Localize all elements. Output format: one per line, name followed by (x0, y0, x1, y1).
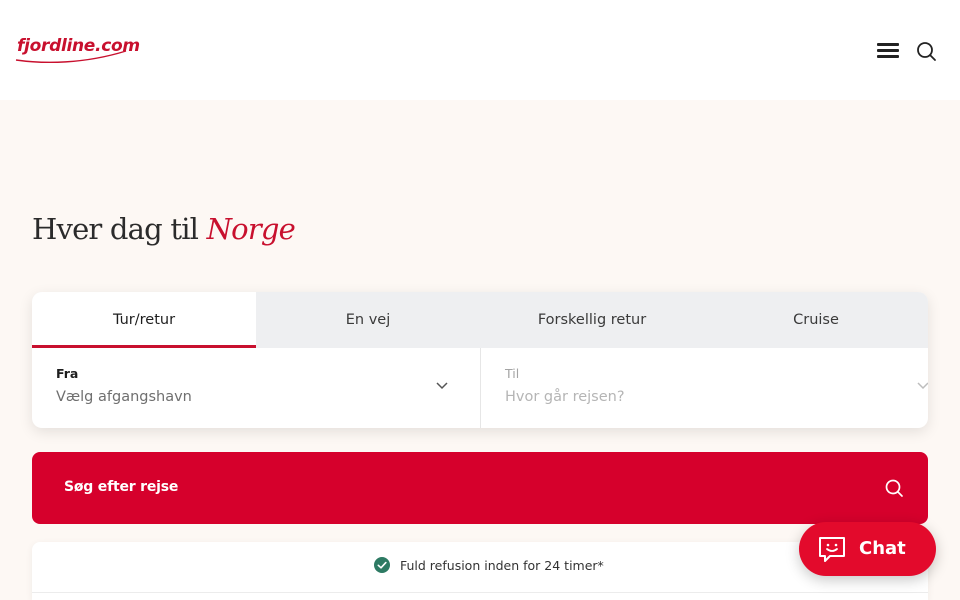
divider (32, 592, 928, 593)
search-trip-button[interactable]: Søg efter rejse (32, 452, 928, 524)
check-circle-icon (374, 557, 390, 573)
logo-swoosh-icon (15, 50, 127, 64)
destination-select[interactable]: Til Hvor går rejsen? (480, 348, 928, 428)
tab-round-trip[interactable]: Tur/retur (32, 292, 256, 348)
site-header: fjordline.com (0, 0, 960, 100)
to-label: Til (505, 366, 520, 381)
hamburger-menu-icon[interactable] (877, 40, 901, 60)
to-placeholder: Hvor går rejsen? (505, 389, 625, 405)
from-placeholder: Vælg afgangshavn (56, 389, 192, 405)
from-label: Fra (56, 366, 79, 381)
search-icon (885, 479, 903, 497)
refund-text: Fuld refusion inden for 24 timer* (400, 557, 604, 573)
trip-type-tabs: Tur/retur En vej Forskellig retur Cruise (32, 292, 928, 348)
chat-button[interactable]: Chat (799, 522, 936, 576)
chat-bubble-icon (819, 537, 845, 562)
chevron-down-icon (917, 382, 928, 390)
chat-label: Chat (859, 538, 906, 559)
refund-row: Fuld refusion inden for 24 timer* (374, 557, 604, 573)
tab-one-way[interactable]: En vej (256, 292, 480, 348)
chevron-down-icon (436, 382, 448, 390)
tab-cruise[interactable]: Cruise (704, 292, 928, 348)
headline-accent: Norge (206, 212, 296, 246)
headline-prefix: Hver dag til (32, 212, 199, 246)
refund-info-card: Fuld refusion inden for 24 timer* (32, 542, 928, 600)
page-title: Hver dag til Norge (32, 212, 296, 246)
search-trip-label: Søg efter rejse (64, 479, 179, 495)
booking-widget: Tur/retur En vej Forskellig retur Cruise… (32, 292, 928, 428)
departure-port-select[interactable]: Fra Vælg afgangshavn (32, 348, 480, 428)
tab-different-return[interactable]: Forskellig retur (480, 292, 704, 348)
search-icon[interactable] (914, 39, 938, 63)
